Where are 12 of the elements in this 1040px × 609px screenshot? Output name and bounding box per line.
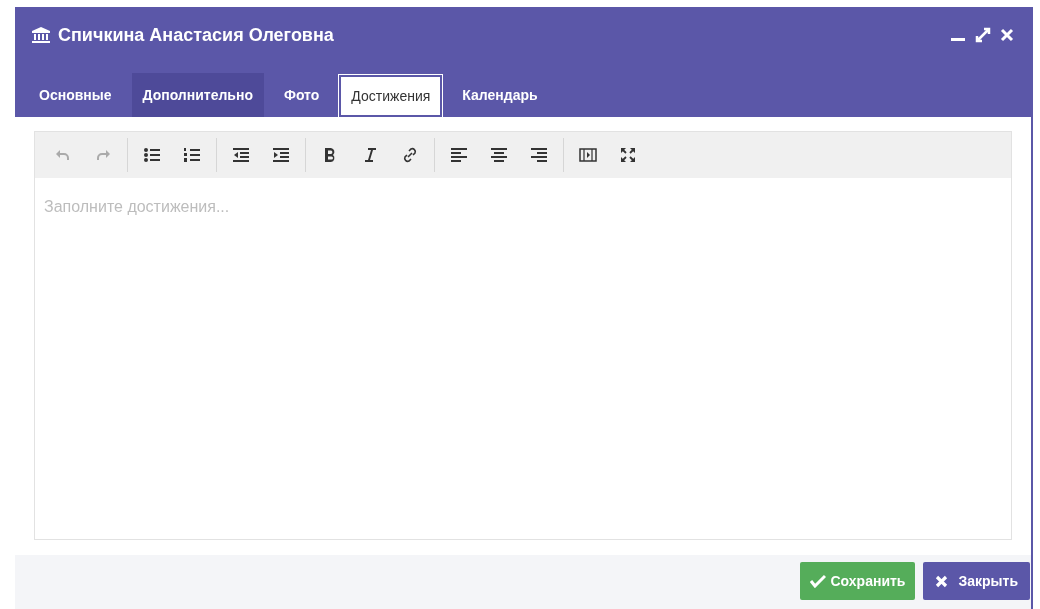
bank-icon xyxy=(32,27,50,43)
close-icon[interactable] xyxy=(1000,28,1014,42)
close-icon xyxy=(935,574,949,588)
window-title: Спичкина Анастасия Олеговна xyxy=(58,23,334,47)
expand-icon[interactable] xyxy=(974,26,992,44)
tab[interactable]: Достижения xyxy=(339,75,443,117)
tab[interactable]: Дополнительно xyxy=(131,73,264,117)
close-button[interactable]: Закрыть xyxy=(923,562,1030,600)
tab[interactable]: Календарь xyxy=(451,73,549,117)
tab[interactable]: Основные xyxy=(28,73,123,117)
check-icon xyxy=(810,574,827,588)
tab[interactable]: Фото xyxy=(272,73,331,117)
